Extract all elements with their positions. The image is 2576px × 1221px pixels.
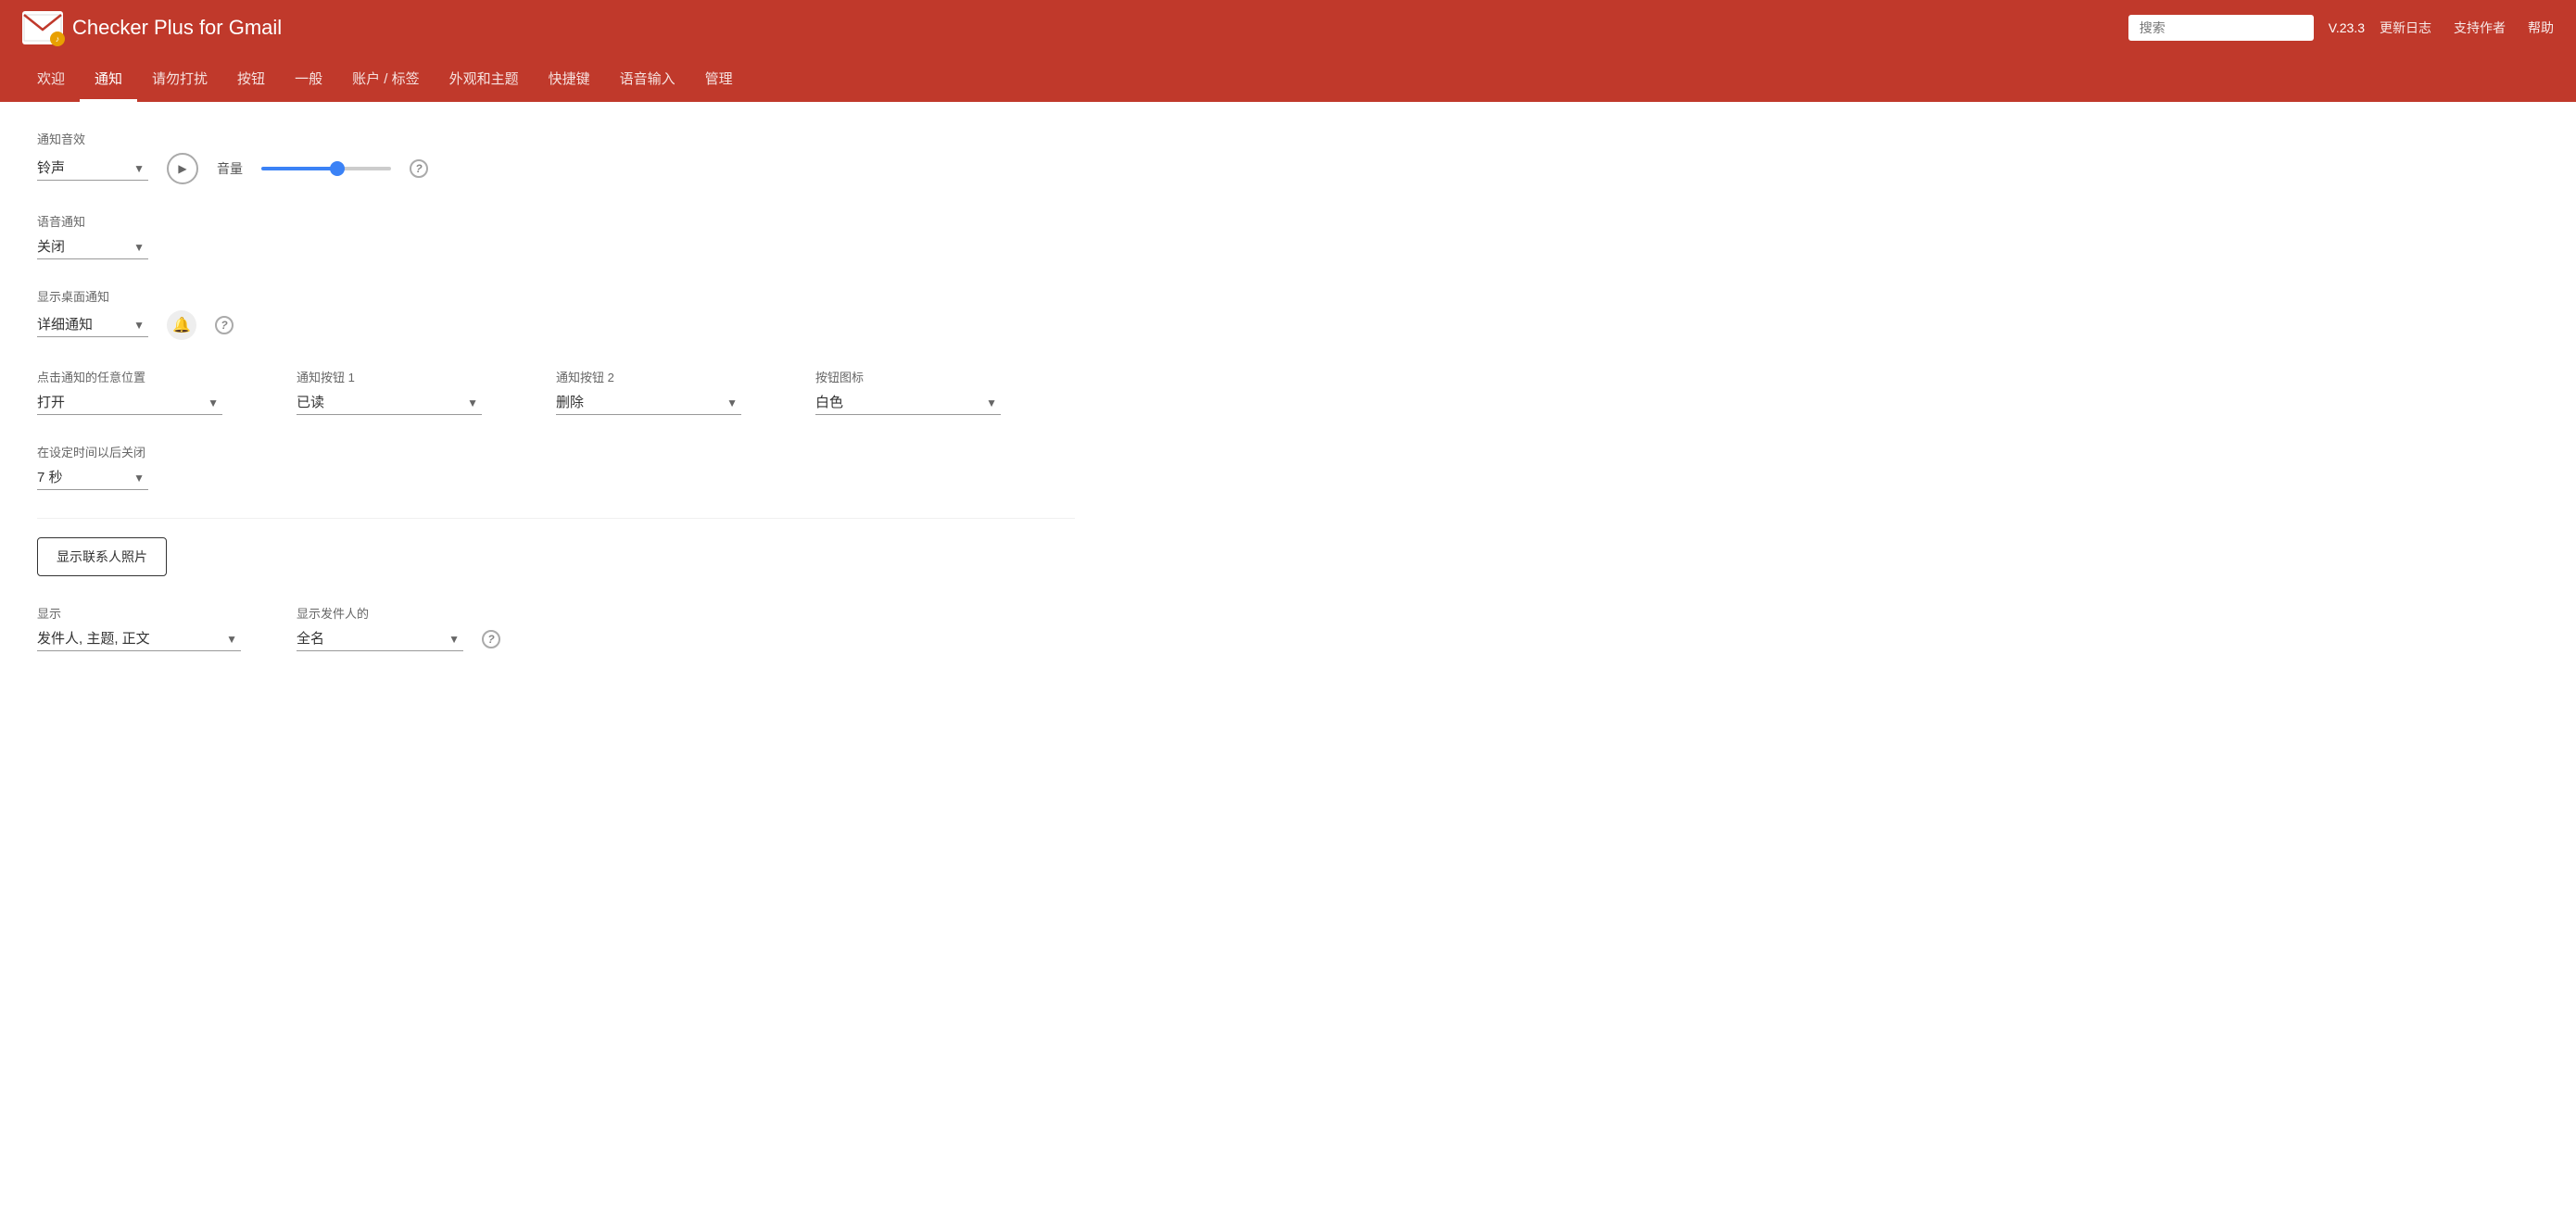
tab-dnd[interactable]: 请勿打扰 [137,57,222,102]
notify-btn1-col: 通知按钮 1 已读 删除 存档 ▼ [297,368,537,415]
logo-area: ♪ Checker Plus for Gmail [22,11,2114,44]
contact-photo-section: 显示联系人照片 [37,537,1075,576]
btn-icon-select[interactable]: 白色 彩色 黑色 [815,391,1001,415]
divider [37,518,1075,519]
display-col: 显示 发件人, 主题, 正文 发件人, 主题 仅主题 ▼ [37,604,278,651]
header-links: 更新日志 支持作者 帮助 [2380,19,2554,37]
main-content: 通知音效 铃声 提示音 叮咚 无 ▼ ▶ 音量 ? 语音通知 关闭 开启 [0,102,1112,707]
tab-accounts[interactable]: 账户 / 标签 [337,57,435,102]
search-input[interactable] [2128,15,2314,41]
notify-btn2-select[interactable]: 删除 已读 存档 [556,391,741,415]
bell-icon[interactable]: 🔔 [167,310,196,340]
nav-tabs: 欢迎 通知 请勿打扰 按钮 一般 账户 / 标签 外观和主题 快捷键 语音输入 … [22,56,2554,102]
notify-btn1-select[interactable]: 已读 删除 存档 [297,391,482,415]
play-button[interactable]: ▶ [167,153,198,184]
display-sender-label: 显示发件人的 [297,604,537,622]
notify-options-grid: 点击通知的任意位置 打开 已读 忽略 ▼ 通知按钮 1 已读 删除 存档 ▼ [37,368,1075,415]
display-grid: 显示 发件人, 主题, 正文 发件人, 主题 仅主题 ▼ 显示发件人的 全名 名… [37,604,1075,651]
click-action-select[interactable]: 打开 已读 忽略 [37,391,222,415]
tab-voice[interactable]: 语音输入 [605,57,690,102]
changelog-link[interactable]: 更新日志 [2380,19,2431,37]
auto-close-section: 在设定时间以后关闭 7 秒 10 秒 15 秒 永不 ▼ [37,443,1075,490]
logo-icon: ♪ [22,11,63,44]
search-area [2128,15,2314,41]
auto-close-label: 在设定时间以后关闭 [37,443,1075,460]
volume-label: 音量 [217,159,243,178]
voice-notify-wrapper: 关闭 开启 ▼ [37,235,148,259]
click-action-col: 点击通知的任意位置 打开 已读 忽略 ▼ [37,368,278,415]
notify-btn1-wrapper: 已读 删除 存档 ▼ [297,391,482,415]
sound-select-wrapper: 铃声 提示音 叮咚 无 ▼ [37,157,148,181]
tab-appearance[interactable]: 外观和主题 [435,57,534,102]
app-title: Checker Plus for Gmail [72,16,282,40]
sound-effect-section: 通知音效 铃声 提示音 叮咚 无 ▼ ▶ 音量 ? [37,130,1075,184]
display-sender-select[interactable]: 全名 名字 邮箱 [297,627,463,651]
version-text: V.23.3 [2329,20,2365,35]
notify-btn2-label: 通知按钮 2 [556,368,797,385]
volume-help-icon[interactable]: ? [410,159,428,178]
desktop-notify-select[interactable]: 详细通知 简单通知 关闭 [37,313,148,337]
tab-manage[interactable]: 管理 [690,57,748,102]
desktop-notify-help-icon[interactable]: ? [215,316,234,334]
tab-welcome[interactable]: 欢迎 [22,57,80,102]
auto-close-wrapper: 7 秒 10 秒 15 秒 永不 ▼ [37,466,148,490]
tab-buttons[interactable]: 按钮 [222,57,280,102]
voice-notify-label: 语音通知 [37,212,1075,230]
support-link[interactable]: 支持作者 [2454,19,2506,37]
voice-notify-section: 语音通知 关闭 开启 ▼ [37,212,1075,259]
display-sender-help-icon[interactable]: ? [482,630,500,648]
btn-icon-wrapper: 白色 彩色 黑色 ▼ [815,391,1001,415]
display-label: 显示 [37,604,278,622]
notify-btn2-wrapper: 删除 已读 存档 ▼ [556,391,741,415]
display-select[interactable]: 发件人, 主题, 正文 发件人, 主题 仅主题 [37,627,241,651]
volume-slider[interactable] [261,167,391,170]
tab-general[interactable]: 一般 [280,57,337,102]
desktop-notify-section: 显示桌面通知 详细通知 简单通知 关闭 ▼ 🔔 ? [37,287,1075,340]
display-wrapper: 发件人, 主题, 正文 发件人, 主题 仅主题 ▼ [37,627,241,651]
desktop-notify-wrapper: 详细通知 简单通知 关闭 ▼ [37,313,148,337]
sound-effect-label: 通知音效 [37,130,1075,147]
notify-btn1-label: 通知按钮 1 [297,368,537,385]
help-link[interactable]: 帮助 [2528,19,2554,37]
sound-select[interactable]: 铃声 提示音 叮咚 无 [37,157,148,181]
tab-shortcuts[interactable]: 快捷键 [534,57,605,102]
desktop-notify-label: 显示桌面通知 [37,287,1075,305]
notification-badge: ♪ [50,31,65,46]
contact-photo-button[interactable]: 显示联系人照片 [37,537,167,576]
display-sender-col: 显示发件人的 全名 名字 邮箱 ▼ ? [297,604,537,651]
tab-notify[interactable]: 通知 [80,57,137,102]
display-sender-wrapper: 全名 名字 邮箱 ▼ [297,627,463,651]
click-action-label: 点击通知的任意位置 [37,368,278,385]
btn-icon-col: 按钮图标 白色 彩色 黑色 ▼ [815,368,1056,415]
auto-close-select[interactable]: 7 秒 10 秒 15 秒 永不 [37,466,148,490]
notify-btn2-col: 通知按钮 2 删除 已读 存档 ▼ [556,368,797,415]
voice-notify-select[interactable]: 关闭 开启 [37,235,148,259]
btn-icon-label: 按钮图标 [815,368,1056,385]
header: ♪ Checker Plus for Gmail V.23.3 更新日志 支持作… [0,0,2576,102]
click-action-wrapper: 打开 已读 忽略 ▼ [37,391,222,415]
